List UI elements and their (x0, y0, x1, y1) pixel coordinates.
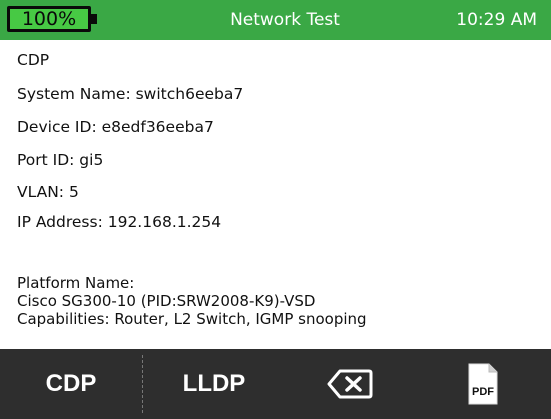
platform-name-label: Platform Name: (17, 274, 135, 292)
export-pdf-button[interactable]: PDF (415, 349, 551, 419)
port-id: Port ID: gi5 (17, 151, 104, 169)
backspace-icon (327, 369, 373, 399)
platform-name-value: Cisco SG300-10 (PID:SRW2008-K9)-VSD (17, 292, 316, 310)
clock: 10:29 AM (456, 10, 537, 30)
ip-address: IP Address: 192.168.1.254 (17, 213, 222, 231)
cdp-button-label: CDP (45, 370, 97, 397)
lldp-button[interactable]: LLDP (143, 349, 285, 419)
battery-level: 100% (21, 8, 77, 30)
system-name: System Name: switch6eeba7 (17, 85, 244, 103)
status-bar: 100% Network Test 10:29 AM (0, 0, 551, 40)
app-title: Network Test (230, 10, 340, 30)
pdf-icon-label: PDF (472, 386, 494, 398)
device-id: Device ID: e8edf36eeba7 (17, 118, 214, 136)
bottom-toolbar: CDP LLDP PDF (0, 349, 551, 419)
battery-indicator: 100% (7, 6, 91, 32)
cdp-details-panel: CDP System Name: switch6eeba7 Device ID:… (0, 40, 551, 349)
pdf-file-icon: PDF (468, 363, 498, 405)
capabilities: Capabilities: Router, L2 Switch, IGMP sn… (17, 310, 367, 328)
section-heading: CDP (17, 51, 50, 69)
back-button[interactable] (285, 349, 415, 419)
battery-tip (91, 14, 97, 24)
vlan: VLAN: 5 (17, 183, 79, 201)
lldp-button-label: LLDP (182, 370, 246, 397)
cdp-button[interactable]: CDP (0, 349, 142, 419)
